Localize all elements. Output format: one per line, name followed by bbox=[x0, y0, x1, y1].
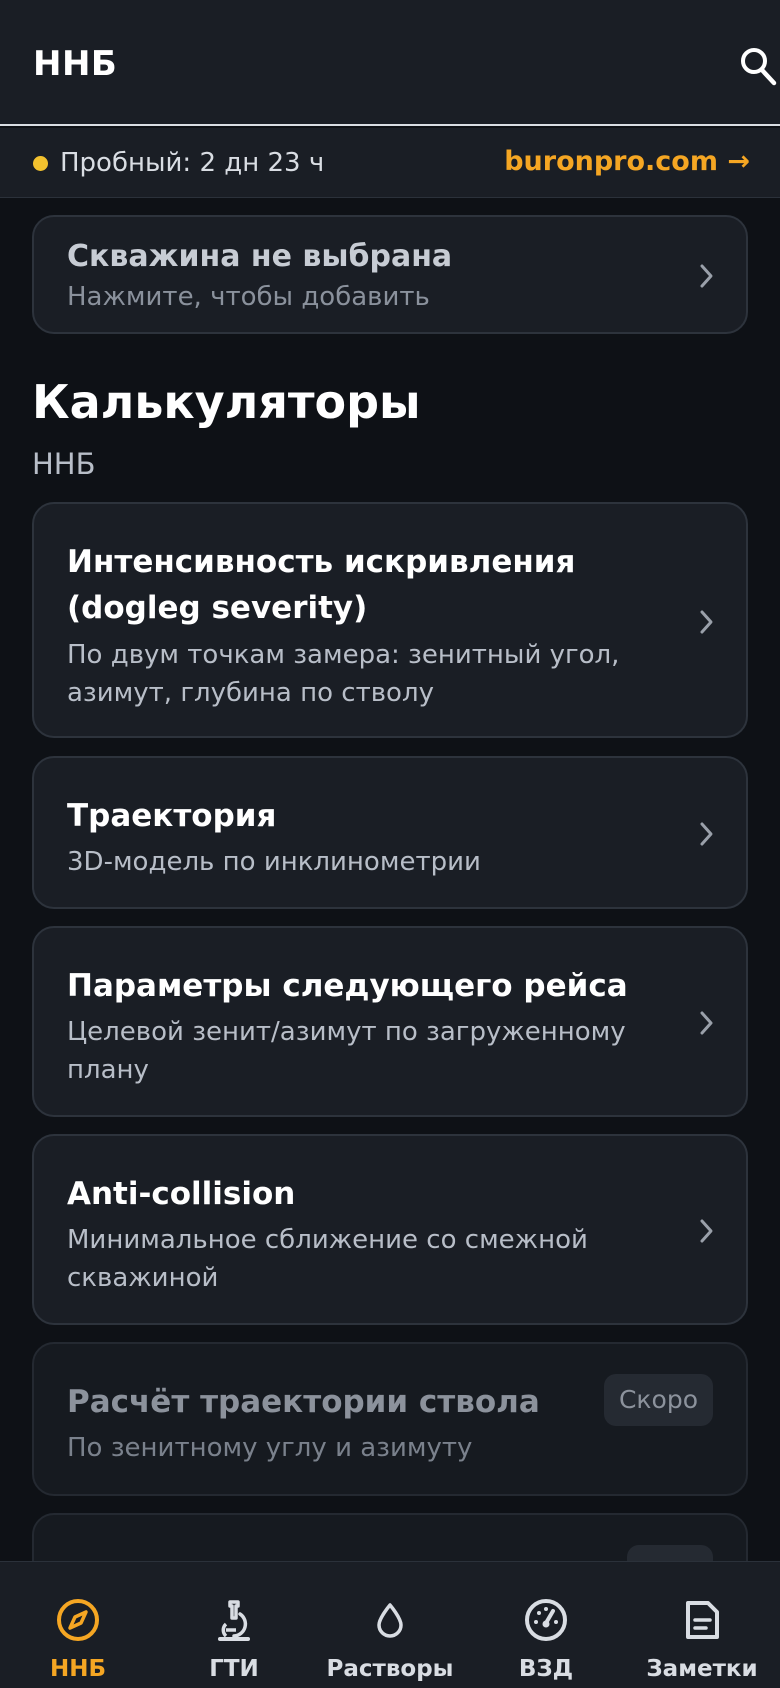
calculator-card-anti-collision[interactable]: Anti-collision Минимальное сближение со … bbox=[32, 1134, 748, 1325]
calculator-description: Минимальное сближение со смежной bbox=[67, 1225, 588, 1255]
chevron-right-icon bbox=[700, 264, 713, 288]
trial-status-text: Пробный: 2 дн 23 ч bbox=[60, 148, 325, 178]
drop-icon bbox=[377, 1603, 403, 1638]
chevron-right-icon bbox=[700, 1011, 713, 1035]
coming-soon-badge bbox=[627, 1545, 713, 1561]
calculator-card-trajectory[interactable]: Траектория 3D-модель по инклинометрии bbox=[32, 756, 748, 909]
nav-tab-motor[interactable]: ВЗД bbox=[468, 1562, 624, 1688]
calculator-title: Расчёт траектории ствола bbox=[67, 1384, 540, 1420]
trial-banner: Пробный: 2 дн 23 ч buronpro.com → bbox=[0, 128, 780, 198]
gauge-icon bbox=[525, 1599, 567, 1641]
calculator-description: Целевой зенит/азимут по загруженному bbox=[67, 1017, 626, 1047]
calculator-description: По зенитному углу и азимуту bbox=[67, 1433, 473, 1463]
nav-label: Заметки bbox=[646, 1656, 758, 1682]
well-selector-subtitle: Нажмите, чтобы добавить bbox=[67, 282, 430, 312]
bottom-navigation: ННБ ГТИ Растворы ВЗД Заметки bbox=[0, 1561, 780, 1688]
chevron-right-icon bbox=[700, 1219, 713, 1243]
calculator-description: плану bbox=[67, 1055, 149, 1085]
buronpro-link[interactable]: buronpro.com → bbox=[504, 146, 750, 177]
main-content: Скважина не выбрана Нажмите, чтобы добав… bbox=[0, 199, 780, 1561]
calculator-description: скважиной bbox=[67, 1263, 219, 1293]
calculator-description: 3D-модель по инклинометрии bbox=[67, 847, 481, 877]
well-selector-card[interactable]: Скважина не выбрана Нажмите, чтобы добав… bbox=[32, 215, 748, 334]
compass-icon bbox=[57, 1599, 99, 1641]
search-icon[interactable] bbox=[738, 44, 778, 88]
nav-tab-gti[interactable]: ГТИ bbox=[156, 1562, 312, 1688]
coming-soon-badge: Скоро bbox=[603, 1374, 713, 1426]
app-bar: ННБ bbox=[0, 0, 780, 126]
chevron-right-icon bbox=[700, 610, 713, 634]
calculator-card-next bbox=[32, 1513, 748, 1561]
nav-tab-notes[interactable]: Заметки bbox=[624, 1562, 780, 1688]
calculator-title: Траектория bbox=[67, 798, 277, 834]
calculator-title: (dogleg severity) bbox=[67, 590, 368, 626]
well-selector-title: Скважина не выбрана bbox=[67, 239, 453, 274]
calculator-description: По двум точкам замера: зенитный угол, bbox=[67, 640, 620, 670]
nav-label: ВЗД bbox=[518, 1656, 574, 1682]
calculator-title: Anti-collision bbox=[67, 1176, 296, 1212]
section-subtitle: ННБ bbox=[32, 447, 96, 481]
calculator-card-wellbore-trajectory: Расчёт траектории ствола По зенитному уг… bbox=[32, 1342, 748, 1496]
note-icon bbox=[686, 1601, 719, 1639]
nav-label: ННБ bbox=[49, 1656, 107, 1682]
calculator-description: азимут, глубина по стволу bbox=[67, 678, 434, 708]
calculator-card-next-run[interactable]: Параметры следующего рейса Целевой зенит… bbox=[32, 926, 748, 1117]
calculator-title: Интенсивность искривления bbox=[67, 544, 576, 580]
trial-status-dot bbox=[33, 156, 48, 171]
section-title: Калькуляторы bbox=[32, 375, 421, 429]
calculator-title: Параметры следующего рейса bbox=[67, 968, 628, 1004]
calculator-card-dogleg[interactable]: Интенсивность искривления (dogleg severi… bbox=[32, 502, 748, 738]
nav-tab-fluids[interactable]: Растворы bbox=[312, 1562, 468, 1688]
microscope-icon bbox=[218, 1600, 250, 1641]
chevron-right-icon bbox=[700, 822, 713, 846]
nav-label: Растворы bbox=[326, 1656, 454, 1682]
nav-label: ГТИ bbox=[209, 1656, 259, 1682]
nav-tab-nnb[interactable]: ННБ bbox=[0, 1562, 156, 1688]
app-title: ННБ bbox=[33, 44, 118, 84]
app-screen: ННБ Пробный: 2 дн 23 ч buronpro.com → Ск… bbox=[0, 0, 780, 1688]
